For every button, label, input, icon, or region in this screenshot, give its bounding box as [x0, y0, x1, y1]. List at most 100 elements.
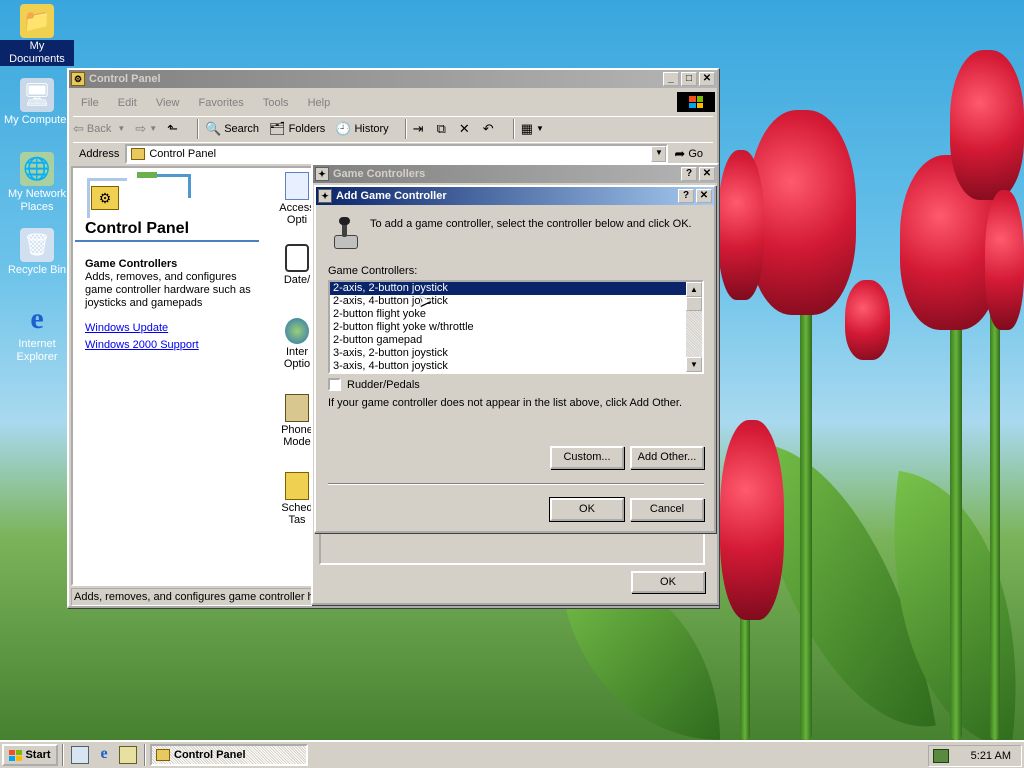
ok-button[interactable]: OK: [549, 497, 625, 522]
window-title: Game Controllers: [333, 168, 426, 180]
taskbar: Start e Control Panel 5:21 AM: [0, 740, 1024, 768]
game-controllers-titlebar[interactable]: ✦ Game Controllers ? ✕: [313, 165, 717, 183]
go-arrow-icon: ➦: [674, 145, 686, 161]
delete-button[interactable]: ✕: [459, 121, 473, 137]
phone-modem-item[interactable]: Phone Mode: [279, 394, 315, 448]
views-button[interactable]: ▦ ▼: [521, 121, 544, 137]
up-folder-button[interactable]: ⬑: [167, 121, 181, 137]
control-panel-icon: [156, 749, 170, 761]
rudder-pedals-checkbox[interactable]: Rudder/Pedals: [328, 378, 420, 391]
desktop-icon-recycle-bin[interactable]: 🗑 Recycle Bin: [0, 228, 74, 277]
controllers-listbox[interactable]: 2-axis, 2-button joystick 2-axis, 4-butt…: [328, 280, 704, 374]
title-underline: [75, 240, 259, 242]
list-item[interactable]: 2-button gamepad: [330, 334, 686, 347]
back-button[interactable]: ⇦ Back ▼: [73, 121, 125, 137]
menu-edit[interactable]: Edit: [118, 97, 137, 109]
internet-options-item[interactable]: Inter Optio: [279, 318, 315, 370]
scroll-up-button[interactable]: ▲: [686, 282, 702, 297]
address-bar: Address Control Panel ▼ ➦ Go: [73, 142, 713, 164]
maximize-button[interactable]: □: [681, 72, 697, 86]
accessibility-options-item[interactable]: Access Opti: [279, 172, 315, 226]
list-item[interactable]: 2-button flight yoke w/throttle: [330, 321, 686, 334]
add-game-controller-dialog: ✦ Add Game Controller ? ✕ To add a game …: [314, 185, 716, 533]
help-button[interactable]: ?: [681, 167, 697, 181]
dropdown-arrow-icon: ▼: [535, 124, 544, 133]
delete-icon: ✕: [458, 120, 470, 136]
history-icon: 🕘: [335, 120, 352, 136]
desktop-icon-my-network-places[interactable]: 🌐 My Network Places: [0, 152, 74, 214]
address-folder-icon: [131, 147, 146, 160]
listbox-scrollbar[interactable]: ▲ ▼: [686, 282, 702, 372]
date-time-item[interactable]: Date/: [279, 244, 315, 286]
folders-icon: 🗂: [269, 120, 286, 136]
copy-to-button[interactable]: ⧉: [437, 121, 449, 137]
help-button[interactable]: ?: [678, 189, 694, 203]
menu-favorites[interactable]: Favorites: [199, 97, 244, 109]
minimize-button[interactable]: _: [663, 72, 679, 86]
toolbar-separator: [197, 118, 199, 139]
computer-icon: 🖥: [20, 78, 54, 112]
clock-icon: [285, 244, 309, 272]
accessibility-icon: [285, 172, 309, 200]
desktop-icon-my-computer[interactable]: 🖥 My Computer: [0, 78, 74, 127]
internet-explorer-icon[interactable]: e: [95, 746, 113, 764]
status-text: Adds, removes, and configures game contr…: [74, 591, 320, 603]
scroll-thumb[interactable]: [686, 297, 702, 311]
close-button[interactable]: ✕: [699, 167, 715, 181]
menu-tools[interactable]: Tools: [263, 97, 289, 109]
scheduled-tasks-icon: [285, 472, 309, 500]
standard-toolbar: ⇦ Back ▼ ⇨ ▼ ⬑ 🔍 Search 🗂 Folders 🕘 Hist…: [73, 116, 713, 140]
address-dropdown-button[interactable]: ▼: [651, 145, 667, 162]
quick-launch-separator: [62, 744, 64, 766]
outlook-express-icon[interactable]: [119, 746, 137, 764]
history-button[interactable]: 🕘 History: [335, 121, 388, 137]
windows-update-link[interactable]: Windows Update: [85, 322, 168, 334]
close-button[interactable]: ✕: [699, 72, 715, 86]
menu-help[interactable]: Help: [308, 97, 331, 109]
custom-button[interactable]: Custom...: [550, 446, 624, 469]
toolbar-separator: [404, 118, 407, 139]
address-field[interactable]: Control Panel ▼: [125, 143, 669, 164]
add-other-button[interactable]: Add Other...: [630, 446, 704, 469]
list-item[interactable]: 3-axis, 4-button joystick: [330, 360, 686, 372]
list-item[interactable]: 2-axis, 4-button joystick: [330, 295, 686, 308]
desktop-icon-internet-explorer[interactable]: e Internet Explorer: [0, 302, 74, 364]
folders-button[interactable]: 🗂 Folders: [269, 121, 325, 137]
desktop-icon-my-documents[interactable]: 📁 My Documents: [0, 4, 74, 66]
checkbox-box[interactable]: [328, 378, 341, 391]
list-item[interactable]: 2-button flight yoke: [330, 308, 686, 321]
menu-view[interactable]: View: [156, 97, 180, 109]
move-to-icon: ⇥: [412, 120, 424, 136]
windows-2000-support-link[interactable]: Windows 2000 Support: [85, 339, 199, 351]
game-controller-tray-icon[interactable]: [933, 749, 949, 763]
page-title: Control Panel: [85, 220, 190, 237]
list-item[interactable]: 2-axis, 2-button joystick: [330, 282, 686, 295]
back-arrow-icon: ⇦: [73, 120, 84, 136]
undo-button[interactable]: ↶: [483, 121, 497, 137]
game-controllers-ok-button[interactable]: OK: [631, 571, 705, 593]
clock[interactable]: 5:21 AM: [971, 750, 1011, 762]
undo-icon: ↶: [482, 120, 494, 136]
menu-bar: File Edit View Favorites Tools Help: [73, 94, 673, 112]
toolbar-separator: [512, 118, 515, 139]
dropdown-arrow-icon: ▼: [117, 124, 126, 133]
move-to-button[interactable]: ⇥: [413, 121, 427, 137]
add-game-controller-titlebar[interactable]: ✦ Add Game Controller ? ✕: [316, 187, 714, 205]
forward-button[interactable]: ⇨ ▼: [135, 121, 157, 137]
list-item[interactable]: 3-axis, 2-button joystick: [330, 347, 686, 360]
taskbar-button-control-panel[interactable]: Control Panel: [150, 744, 308, 766]
show-desktop-icon[interactable]: [71, 746, 89, 764]
internet-explorer-icon: e: [30, 302, 44, 335]
dialog-title: Add Game Controller: [336, 190, 447, 202]
control-panel-titlebar[interactable]: ⚙ Control Panel _ □ ✕: [69, 70, 717, 88]
dialog-divider: [328, 483, 704, 485]
start-button[interactable]: Start: [2, 744, 58, 766]
scheduled-tasks-item[interactable]: Sched Tas: [279, 472, 315, 526]
scroll-down-button[interactable]: ▼: [686, 357, 702, 372]
cancel-button[interactable]: Cancel: [630, 498, 704, 521]
selected-item-description: Adds, removes, and configures game contr…: [85, 271, 251, 309]
go-button[interactable]: ➦ Go: [674, 146, 703, 162]
search-button[interactable]: 🔍 Search: [205, 121, 259, 137]
close-button[interactable]: ✕: [696, 189, 712, 203]
menu-file[interactable]: File: [81, 97, 99, 109]
